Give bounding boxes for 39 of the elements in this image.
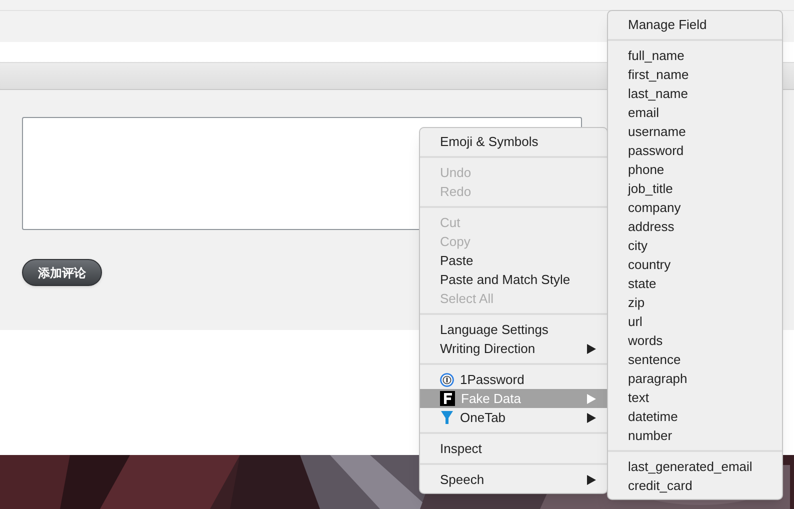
menu-item[interactable]: first_name <box>608 65 782 84</box>
menu-item[interactable]: number <box>608 426 782 445</box>
menu-item[interactable]: state <box>608 274 782 293</box>
menu-item[interactable]: zip <box>608 293 782 312</box>
menu-item[interactable]: company <box>608 198 782 217</box>
menu-item[interactable]: sentence <box>608 350 782 369</box>
menu-item[interactable]: full_name <box>608 46 782 65</box>
menu-item[interactable]: email <box>608 103 782 122</box>
submenu-arrow-icon <box>587 474 596 484</box>
keyhole-icon <box>440 372 454 386</box>
add-comment-button[interactable]: 添加评论 <box>22 259 102 286</box>
menu-item[interactable]: phone <box>608 160 782 179</box>
menu-item[interactable]: OneTab <box>420 408 607 427</box>
menu-item[interactable]: text <box>608 388 782 407</box>
funnel-icon <box>440 410 454 425</box>
menu-item[interactable]: words <box>608 331 782 350</box>
menu-item[interactable]: password <box>608 141 782 160</box>
menu-item[interactable]: Writing Direction <box>420 339 607 358</box>
menu-item[interactable]: last_generated_email <box>608 457 782 476</box>
menu-item[interactable]: username <box>608 122 782 141</box>
menu-item[interactable]: Paste and Match Style <box>420 270 607 289</box>
menu-item[interactable]: credit_card <box>608 476 782 495</box>
menu-item[interactable]: Manage Field <box>608 15 782 34</box>
menu-item[interactable]: Inspect <box>420 439 607 458</box>
menu-item[interactable]: address <box>608 217 782 236</box>
menu-item[interactable]: datetime <box>608 407 782 426</box>
menu-item[interactable]: Speech <box>420 470 607 489</box>
menu-item[interactable]: Language Settings <box>420 320 607 339</box>
menu-item[interactable]: paragraph <box>608 369 782 388</box>
menu-item[interactable]: 1Password <box>420 370 607 389</box>
submenu-arrow-icon <box>587 344 596 354</box>
letter-f-icon <box>440 391 455 406</box>
menu-item[interactable]: city <box>608 236 782 255</box>
menu-item[interactable]: url <box>608 312 782 331</box>
menu-item[interactable]: Emoji & Symbols <box>420 132 607 151</box>
menu-item[interactable]: Paste <box>420 251 607 270</box>
menu-item[interactable]: last_name <box>608 84 782 103</box>
menu-item[interactable]: country <box>608 255 782 274</box>
menu-item[interactable]: job_title <box>608 179 782 198</box>
